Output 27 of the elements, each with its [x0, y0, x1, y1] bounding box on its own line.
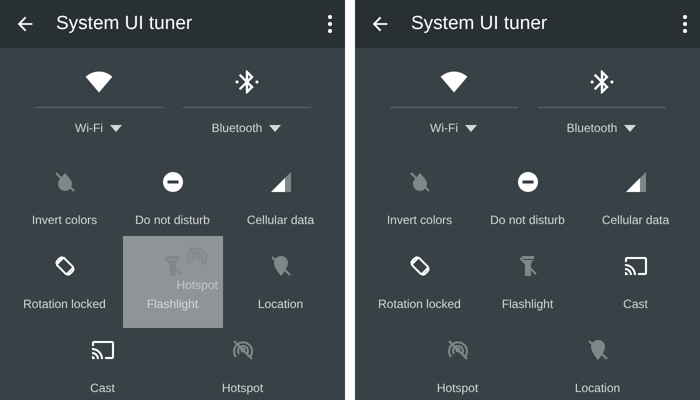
tile-label[interactable]: Do not disturb: [490, 213, 565, 227]
tile-label[interactable]: Rotation locked: [378, 297, 461, 311]
screen-title: System UI tuner: [411, 13, 548, 35]
tile-label[interactable]: Bluetooth: [566, 121, 618, 135]
tile-label[interactable]: Cast: [623, 297, 648, 311]
tile-label[interactable]: Rotation locked: [23, 297, 106, 311]
dropdown-caret-icon[interactable]: [464, 124, 477, 132]
tile-label[interactable]: Wi-Fi: [430, 121, 458, 135]
tile-label[interactable]: Hotspot: [436, 381, 478, 395]
dropdown-caret-icon[interactable]: [110, 124, 122, 132]
tile-label[interactable]: Hotspot: [222, 381, 264, 395]
tile-label[interactable]: Invert colors: [32, 213, 98, 227]
tile-label[interactable]: Do not disturb: [135, 213, 210, 227]
tile-label[interactable]: Location: [258, 297, 304, 311]
tile-label[interactable]: Location: [574, 381, 620, 395]
dropdown-caret-icon[interactable]: [624, 124, 636, 132]
screen-title: System UI tuner: [56, 13, 194, 35]
tile-label[interactable]: Bluetooth: [212, 121, 262, 135]
dropdown-caret-icon[interactable]: [269, 124, 282, 132]
tile-label[interactable]: Wi-Fi: [75, 121, 103, 135]
tile-label[interactable]: Invert colors: [386, 213, 452, 227]
tile-label[interactable]: Flashlight: [502, 297, 554, 311]
overflow-menu-icon[interactable]: [682, 14, 688, 34]
tile-label[interactable]: Cellular data: [602, 213, 670, 227]
overflow-menu-icon[interactable]: [327, 14, 333, 34]
tile-label[interactable]: Cellular data: [246, 213, 314, 227]
tile-label[interactable]: Cast: [90, 381, 115, 395]
